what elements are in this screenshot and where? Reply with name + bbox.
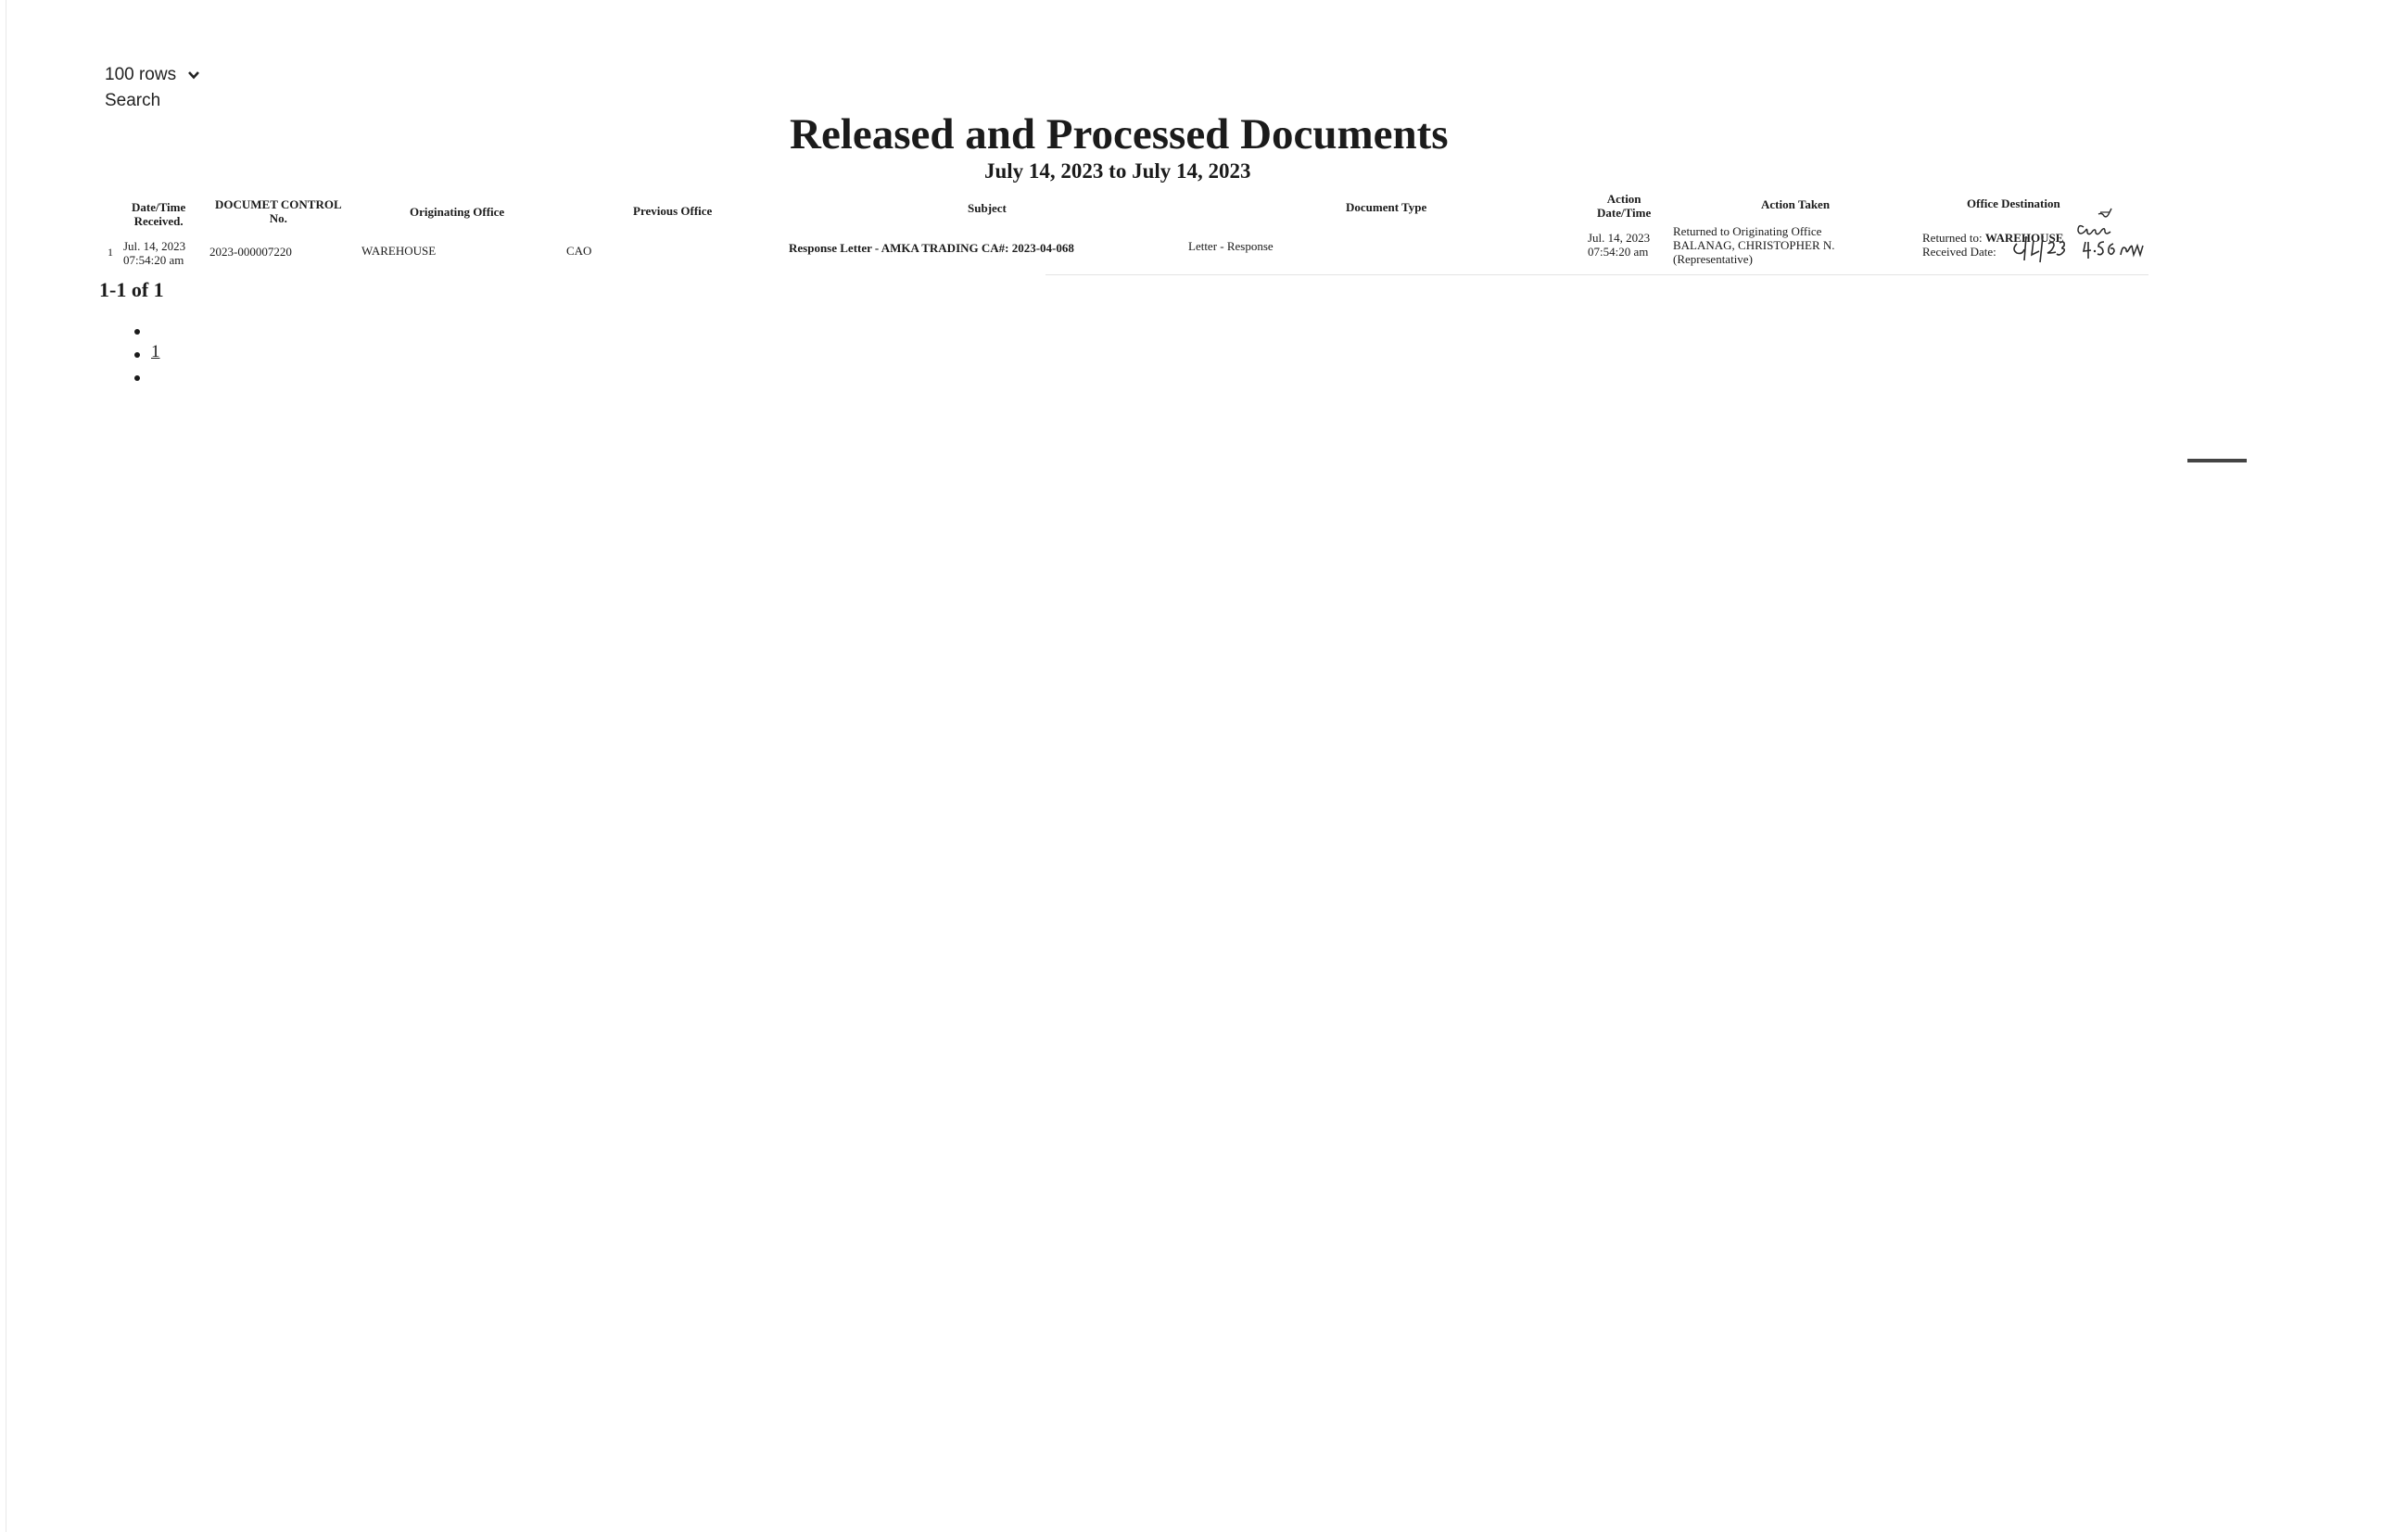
page-link-1[interactable]: 1: [151, 342, 160, 362]
cell-line: BALANAG, CHRISTOPHER N.: [1673, 238, 1835, 252]
cell-originating-office: WAREHOUSE: [361, 244, 437, 258]
search-label[interactable]: Search: [105, 91, 160, 111]
bullet-icon: [134, 352, 140, 358]
cell-line: (Representative): [1673, 252, 1753, 266]
header-document-type: Document Type: [1346, 200, 1427, 214]
date-range: July 14, 2023 to July 14, 2023: [984, 159, 1251, 183]
header-action-date: Action Date/Time: [1597, 192, 1651, 220]
header-previous-office: Previous Office: [633, 204, 713, 218]
header-subject: Subject: [968, 201, 1007, 215]
header-date-received: Date/Time Received.: [132, 200, 185, 228]
cell-line: 07:54:20 am: [1588, 245, 1649, 259]
header-line: Received.: [133, 214, 184, 228]
row-index: 1: [108, 246, 113, 259]
bullet-icon: [134, 329, 140, 335]
header-line: Date/Time: [132, 200, 186, 214]
cell-line: Jul. 14, 2023: [123, 239, 186, 253]
cell-received: Jul. 14, 2023 07:54:20 am: [123, 239, 185, 267]
header-action-taken: Action Taken: [1761, 197, 1831, 211]
cell-subject: Response Letter - AMKA TRADING CA#: 2023…: [789, 241, 1074, 255]
header-control-no: DOCUMET CONTROL No.: [215, 197, 342, 225]
cell-previous-office: CAO: [566, 244, 592, 258]
pagination-info: 1-1 of 1: [99, 278, 164, 301]
header-line: Action: [1606, 192, 1641, 206]
rows-per-page-select[interactable]: 100 rows: [105, 65, 200, 85]
chevron-down-icon: [188, 71, 200, 80]
cell-action-taken: Returned to Originating Office BALANAG, …: [1673, 224, 1835, 266]
cell-action-date: Jul. 14, 2023 07:54:20 am: [1588, 231, 1650, 259]
dash-mark: [2187, 459, 2247, 462]
cell-line: 07:54:20 am: [123, 253, 184, 267]
cell-line: Returned to Originating Office: [1673, 224, 1822, 238]
cell-control-no: 2023-000007220: [209, 245, 292, 259]
bullet-icon: [134, 375, 140, 381]
header-line: No.: [269, 211, 287, 225]
page-title: Released and Processed Documents: [790, 110, 1449, 158]
cell-line: Jul. 14, 2023: [1588, 231, 1651, 245]
handwritten-signature: [2013, 208, 2144, 263]
cell-document-type: Letter - Response: [1188, 239, 1274, 253]
header-originating-office: Originating Office: [410, 205, 505, 219]
header-line: Date/Time: [1597, 206, 1652, 220]
row-divider: [1046, 274, 2148, 275]
header-line: DOCUMET CONTROL: [215, 197, 342, 211]
destination-label: Returned to:: [1922, 231, 1983, 245]
rows-per-page-label: 100 rows: [105, 65, 177, 84]
